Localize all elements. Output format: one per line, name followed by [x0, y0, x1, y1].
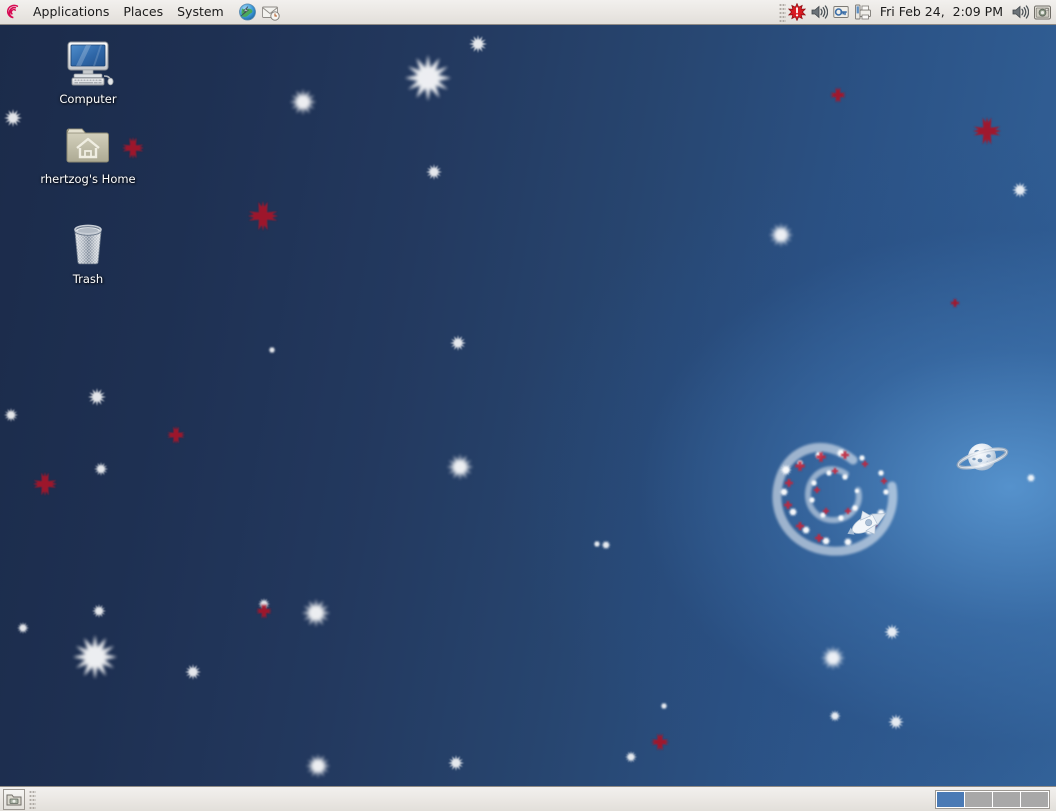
desktop-icon-label: Trash	[72, 272, 104, 286]
home-folder-icon	[62, 116, 114, 168]
computer-icon	[62, 36, 114, 88]
desktop-screen: Computer rhertzog's Home Trash Applicati…	[0, 0, 1056, 811]
menu-system[interactable]: System	[170, 2, 231, 23]
menu-places[interactable]: Places	[116, 2, 170, 23]
workspace-4[interactable]	[1021, 791, 1048, 807]
trash-icon	[62, 216, 114, 268]
desktop-icon-trash[interactable]: Trash	[33, 216, 143, 286]
bottom-panel	[0, 786, 1056, 811]
printer-icon[interactable]	[852, 1, 874, 23]
envelope-clock-icon[interactable]	[259, 1, 283, 24]
desktop-icon-label: rhertzog's Home	[40, 172, 136, 186]
panel-grip[interactable]	[29, 789, 36, 809]
menu-applications[interactable]: Applications	[26, 2, 116, 23]
wallpaper-starfield	[0, 31, 1038, 783]
camera-icon[interactable]	[1031, 1, 1053, 23]
alert-starburst-icon[interactable]	[786, 1, 808, 23]
wallpaper-planet	[956, 443, 1009, 471]
workspace-switcher[interactable]	[935, 789, 1050, 809]
tray-separator	[778, 2, 786, 22]
workspace-1[interactable]	[937, 791, 964, 807]
workspace-3[interactable]	[993, 791, 1020, 807]
globe-icon[interactable]	[235, 1, 259, 24]
speaker-icon[interactable]	[808, 1, 830, 23]
key-icon[interactable]	[830, 1, 852, 23]
window-list[interactable]	[36, 788, 935, 811]
volume-control-icon[interactable]	[1009, 1, 1031, 23]
show-desktop-icon[interactable]	[3, 788, 25, 810]
debian-swirl-icon[interactable]	[2, 1, 26, 24]
desktop-icon-computer[interactable]: Computer	[33, 36, 143, 106]
desktop-icon-label: Computer	[59, 92, 117, 106]
top-panel: Applications Places System Fri Feb 24, 2…	[0, 0, 1056, 25]
desktop-icon-home[interactable]: rhertzog's Home	[33, 116, 143, 186]
panel-clock[interactable]: Fri Feb 24, 2:09 PM	[874, 1, 1009, 23]
workspace-2[interactable]	[965, 791, 992, 807]
